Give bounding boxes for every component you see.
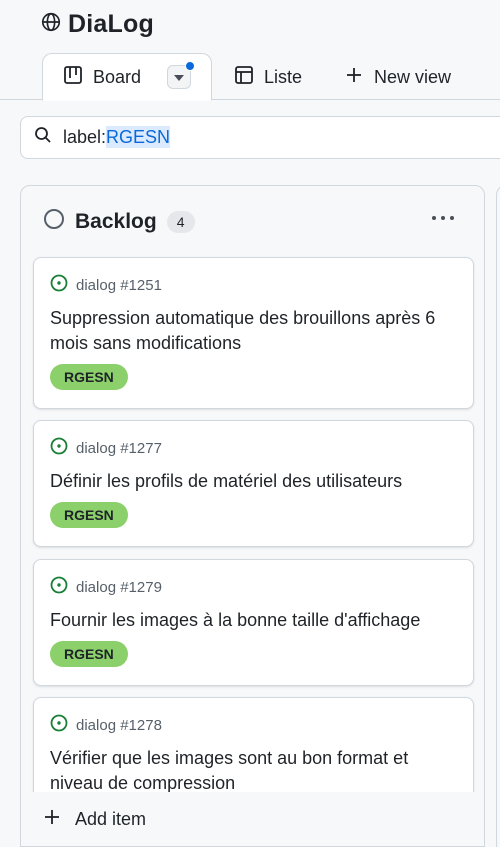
circle-icon bbox=[43, 208, 65, 235]
label-badge[interactable]: RGESN bbox=[50, 641, 128, 667]
column-options-button[interactable] bbox=[432, 214, 454, 222]
issue-title[interactable]: Fournir les images à la bonne taille d'a… bbox=[50, 608, 457, 633]
label-badge[interactable]: RGESN bbox=[50, 502, 128, 528]
chevron-down-icon bbox=[174, 75, 185, 81]
filter-value: RGESN bbox=[106, 126, 171, 148]
board-column-backlog: Backlog 4 dialog #1251 Suppression autom… bbox=[20, 185, 485, 847]
add-item-button[interactable]: Add item bbox=[21, 792, 484, 846]
kebab-dot bbox=[441, 216, 445, 220]
search-icon bbox=[33, 125, 53, 150]
issue-reference[interactable]: dialog #1278 bbox=[76, 717, 162, 734]
new-view-label: New view bbox=[374, 66, 452, 87]
new-view-button[interactable]: New view bbox=[324, 53, 471, 101]
tab-board[interactable]: Board bbox=[42, 53, 212, 101]
issue-title[interactable]: Suppression automatique des brouillons a… bbox=[50, 306, 457, 356]
filter-input[interactable]: label:RGESN bbox=[20, 116, 500, 159]
project-title[interactable]: DiaLog bbox=[40, 9, 154, 39]
tab-options-button[interactable] bbox=[167, 61, 195, 89]
globe-icon bbox=[40, 11, 62, 38]
unsaved-changes-dot bbox=[185, 61, 195, 71]
column-count-badge: 4 bbox=[166, 210, 195, 233]
tab-liste-label: Liste bbox=[264, 66, 303, 87]
filter-query: label:RGESN bbox=[63, 126, 171, 148]
filter-prefix: label: bbox=[63, 127, 107, 147]
issue-title[interactable]: Vérifier que les images sont au bon form… bbox=[50, 746, 457, 796]
plus-icon bbox=[43, 808, 61, 831]
issue-reference[interactable]: dialog #1251 bbox=[76, 277, 162, 294]
issue-card[interactable]: dialog #1251 Suppression automatique des… bbox=[33, 257, 474, 409]
kebab-dot bbox=[432, 216, 436, 220]
table-icon bbox=[234, 65, 254, 90]
issue-open-icon bbox=[50, 274, 68, 297]
label-badge[interactable]: RGESN bbox=[50, 364, 128, 390]
tab-liste[interactable]: Liste bbox=[214, 53, 322, 101]
board-icon bbox=[63, 65, 83, 90]
issue-title[interactable]: Définir les profils de matériel des util… bbox=[50, 469, 457, 494]
project-header: DiaLog Board Liste New view bbox=[0, 0, 500, 101]
issue-reference[interactable]: dialog #1277 bbox=[76, 440, 162, 457]
tab-board-label: Board bbox=[93, 66, 142, 87]
add-item-label: Add item bbox=[75, 808, 147, 829]
issue-card[interactable]: dialog #1277 Définir les profils de maté… bbox=[33, 420, 474, 547]
project-name: DiaLog bbox=[68, 9, 154, 38]
kebab-dot bbox=[450, 216, 454, 220]
column-title: Backlog bbox=[75, 209, 157, 233]
issue-open-icon bbox=[50, 576, 68, 599]
next-column-edge bbox=[496, 185, 500, 847]
view-tabs: Board Liste New view bbox=[42, 53, 471, 101]
issue-open-icon bbox=[50, 437, 68, 460]
issue-open-icon bbox=[50, 714, 68, 737]
issue-card[interactable]: dialog #1279 Fournir les images à la bon… bbox=[33, 559, 474, 686]
plus-icon bbox=[344, 65, 364, 90]
issue-reference[interactable]: dialog #1279 bbox=[76, 579, 162, 596]
column-header: Backlog 4 bbox=[43, 208, 195, 235]
